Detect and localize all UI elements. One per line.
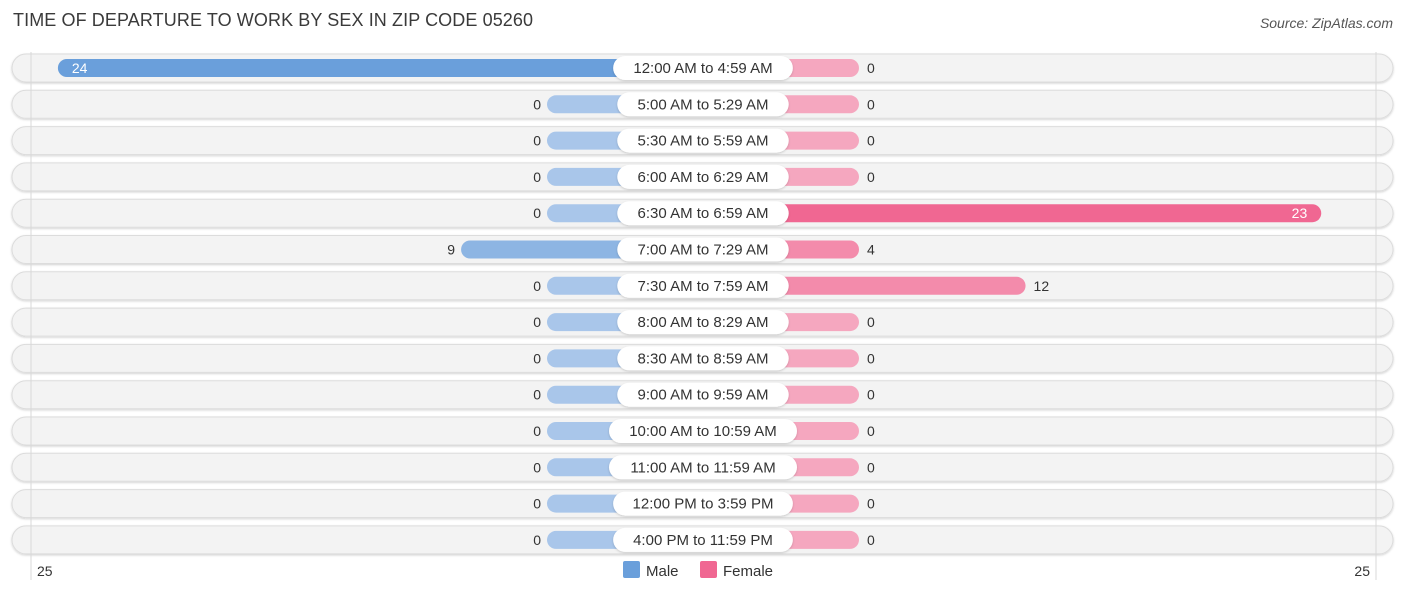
chart-row: 0 0 9:00 AM to 9:59 AM: [11, 380, 1394, 410]
chart-row: 0 0 5:30 AM to 5:59 AM: [11, 126, 1394, 156]
category-label: 5:30 AM to 5:59 AM: [638, 133, 769, 150]
axis-tick-right: 25: [1354, 563, 1370, 579]
value-label-female: 0: [867, 496, 875, 512]
value-label-female: 0: [867, 60, 875, 76]
chart-row: 0 23 6:30 AM to 6:59 AM: [11, 198, 1394, 228]
value-label-male: 0: [533, 496, 541, 512]
value-label-female: 0: [867, 314, 875, 330]
category-label: 5:00 AM to 5:29 AM: [638, 96, 769, 113]
value-label-female: 23: [1292, 205, 1308, 221]
chart-row: 0 0 11:00 AM to 11:59 AM: [11, 452, 1394, 482]
chart-row: 0 12 7:30 AM to 7:59 AM: [11, 271, 1394, 301]
chart-row: 0 0 6:00 AM to 6:29 AM: [11, 162, 1394, 192]
category-label: 4:00 PM to 11:59 PM: [633, 532, 773, 549]
value-label-female: 0: [867, 423, 875, 439]
category-label: 12:00 AM to 4:59 AM: [633, 60, 772, 77]
value-label-male: 0: [533, 532, 541, 548]
value-label-male: 9: [447, 242, 455, 258]
category-label: 9:00 AM to 9:59 AM: [638, 387, 769, 404]
value-label-female: 0: [867, 133, 875, 149]
legend-swatch-male: [623, 561, 640, 578]
legend: Male Female: [623, 561, 773, 580]
value-label-female: 0: [867, 387, 875, 403]
value-label-male: 0: [533, 314, 541, 330]
category-label: 10:00 AM to 10:59 AM: [629, 423, 777, 440]
chart-row: 0 0 8:30 AM to 8:59 AM: [11, 343, 1394, 373]
value-label-male: 0: [533, 133, 541, 149]
value-label-female: 0: [867, 532, 875, 548]
value-label-male: 0: [533, 278, 541, 294]
category-label: 7:30 AM to 7:59 AM: [638, 278, 769, 295]
chart-row: 0 0 4:00 PM to 11:59 PM: [11, 525, 1394, 555]
value-label-male: 0: [533, 387, 541, 403]
value-label-female: 4: [867, 242, 875, 258]
bar-male: [57, 59, 703, 77]
value-label-female: 0: [867, 459, 875, 475]
value-label-female: 0: [867, 96, 875, 112]
axis-tick-left: 25: [37, 563, 53, 579]
value-label-male: 0: [533, 96, 541, 112]
value-label-male: 0: [533, 423, 541, 439]
category-label: 6:00 AM to 6:29 AM: [638, 169, 769, 186]
value-label-male: 0: [533, 459, 541, 475]
category-label: 11:00 AM to 11:59 AM: [630, 459, 775, 476]
value-label-male: 0: [533, 169, 541, 185]
chart-row: 0 0 5:00 AM to 5:29 AM: [11, 89, 1394, 119]
category-label: 12:00 PM to 3:59 PM: [633, 496, 774, 513]
category-label: 6:30 AM to 6:59 AM: [638, 205, 769, 222]
value-label-male: 24: [72, 60, 88, 76]
chart-row: 9 4 7:00 AM to 7:29 AM: [11, 235, 1394, 264]
chart-row: 0 0 10:00 AM to 10:59 AM: [11, 416, 1394, 446]
legend-swatch-female: [700, 561, 717, 578]
bar-female: [703, 204, 1322, 223]
value-label-female: 0: [867, 169, 875, 185]
chart-row: 0 0 12:00 PM to 3:59 PM: [11, 489, 1394, 519]
value-label-female: 0: [867, 350, 875, 366]
chart-row: 0 0 8:00 AM to 8:29 AM: [11, 307, 1394, 337]
category-label: 8:00 AM to 8:29 AM: [638, 314, 769, 331]
value-label-male: 0: [533, 350, 541, 366]
category-label: 7:00 AM to 7:29 AM: [638, 242, 769, 259]
chart: 24 0 12:00 AM to 4:59 AM 0 0 5:00 AM to 5:29 …: [11, 52, 1394, 580]
legend-label-male: Male: [646, 563, 679, 580]
value-label-male: 0: [533, 205, 541, 221]
value-label-female: 12: [1034, 278, 1050, 294]
chart-row: 24 0 12:00 AM to 4:59 AM: [11, 53, 1394, 83]
legend-label-female: Female: [723, 563, 773, 580]
category-label: 8:30 AM to 8:59 AM: [638, 350, 769, 367]
